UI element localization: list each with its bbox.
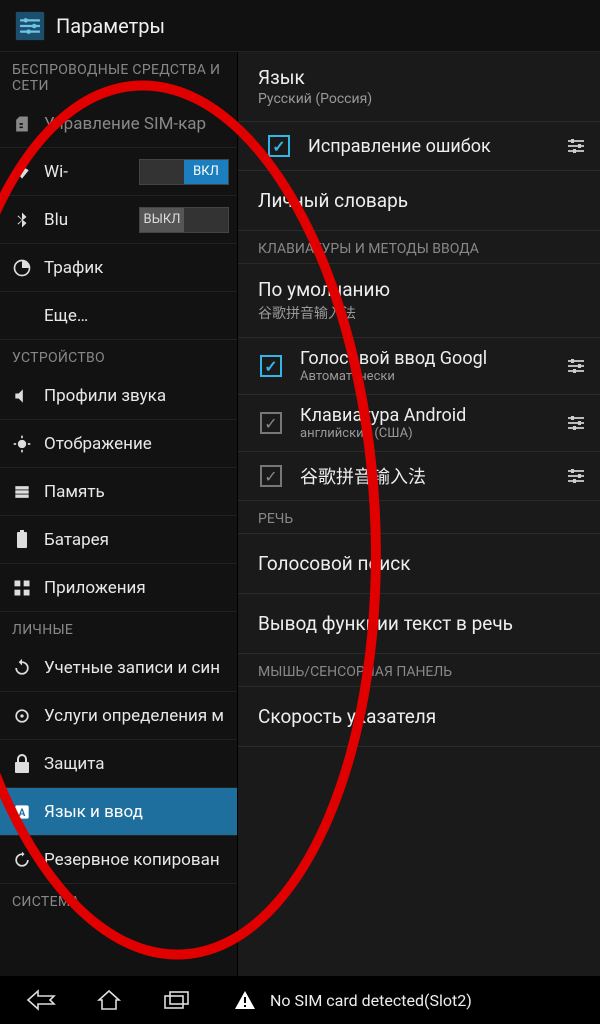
- ime-title: 谷歌拼音输入法: [300, 463, 556, 489]
- ime-row-google-voice[interactable]: Голосовой ввод Googl Автоматически: [238, 338, 600, 395]
- ime-checkbox[interactable]: [260, 465, 282, 487]
- language-value: Русский (Россия): [258, 91, 584, 107]
- sidebar-item-label: Батарея: [44, 530, 229, 550]
- ime-title: Клавиатура Android: [300, 405, 556, 426]
- mouse-section-header: МЫШЬ/СЕНСОРНАЯ ПАНЕЛЬ: [238, 654, 600, 687]
- sidebar-item-battery[interactable]: Батарея: [0, 516, 237, 564]
- detail-pane: Язык Русский (Россия) Исправление ошибок…: [238, 52, 600, 976]
- app-bar: Параметры: [0, 0, 600, 52]
- sidebar-item-display[interactable]: Отображение: [0, 420, 237, 468]
- pointer-speed-label: Скорость указателя: [258, 705, 584, 728]
- sidebar-item-label: Приложения: [44, 578, 229, 598]
- personal-dict-label: Личный словарь: [258, 189, 584, 212]
- ime-sub: Автоматически: [300, 369, 556, 384]
- ime-row-pinyin[interactable]: 谷歌拼音输入法: [238, 452, 600, 501]
- data-icon: [10, 256, 34, 280]
- sidebar-item-label: Wi-: [44, 162, 139, 182]
- tts-row[interactable]: Вывод функции текст в речь: [238, 594, 600, 654]
- section-header-device: УСТРОЙСТВО: [0, 340, 237, 372]
- sidebar-item-label: Услуги определения м: [44, 706, 229, 726]
- keyboards-section-header: КЛАВИАТУРЫ И МЕТОДЫ ВВОДА: [238, 231, 600, 264]
- sidebar-item-label: Еще…: [44, 306, 229, 326]
- ime-sub: английский (США): [300, 426, 556, 441]
- default-ime-sub: 谷歌拼音输入法: [258, 303, 584, 323]
- sidebar-item-accounts[interactable]: Учетные записи и син: [0, 644, 237, 692]
- sidebar-item-label: Память: [44, 482, 229, 502]
- svg-text:A: A: [19, 808, 26, 819]
- section-header-system: СИСТЕМА: [0, 884, 237, 916]
- blank-icon: [10, 304, 34, 328]
- lang-icon: A: [10, 800, 34, 824]
- audio-icon: [10, 384, 34, 408]
- battery-icon: [10, 528, 34, 552]
- sidebar-item-label: Управление SIM-кар: [44, 114, 229, 134]
- wifi-icon: [10, 160, 34, 184]
- sidebar-item-sim[interactable]: Управление SIM-кар: [0, 100, 237, 148]
- storage-icon: [10, 480, 34, 504]
- location-icon: [10, 704, 34, 728]
- notification-area[interactable]: No SIM card detected(Slot2): [194, 976, 600, 1024]
- wifi-toggle[interactable]: ВКЛ: [139, 159, 229, 185]
- settings-sliders-icon[interactable]: [562, 352, 590, 380]
- sidebar-item-backup[interactable]: Резервное копирован: [0, 836, 237, 884]
- voice-search-label: Голосовой поиск: [258, 552, 584, 575]
- spellcheck-row[interactable]: Исправление ошибок: [238, 122, 600, 171]
- settings-sidebar: БЕСПРОВОДНЫЕ СРЕДСТВА И СЕТИ Управление …: [0, 52, 238, 976]
- settings-icon: [8, 9, 52, 43]
- nav-home-button[interactable]: [92, 983, 126, 1017]
- section-header-personal: ЛИЧНЫЕ: [0, 612, 237, 644]
- settings-sliders-icon[interactable]: [562, 409, 590, 437]
- nav-back-button[interactable]: [24, 983, 58, 1017]
- sim-icon: [10, 112, 34, 136]
- speech-section-header: РЕЧЬ: [238, 501, 600, 534]
- sidebar-item-label: Отображение: [44, 434, 229, 454]
- sidebar-item-label: Резервное копирован: [44, 850, 229, 870]
- spellcheck-label: Исправление ошибок: [308, 136, 556, 157]
- sidebar-item-label: Язык и ввод: [44, 802, 229, 822]
- spellcheck-checkbox[interactable]: [268, 135, 290, 157]
- sidebar-item-audio[interactable]: Профили звука: [0, 372, 237, 420]
- bt-icon: [10, 208, 34, 232]
- sidebar-item-more[interactable]: Еще…: [0, 292, 237, 340]
- nav-recent-button[interactable]: [160, 983, 194, 1017]
- sidebar-item-security[interactable]: Защита: [0, 740, 237, 788]
- section-header-wireless: БЕСПРОВОДНЫЕ СРЕДСТВА И СЕТИ: [0, 52, 237, 100]
- sidebar-item-label: Профили звука: [44, 386, 229, 406]
- warning-icon: [234, 989, 256, 1011]
- tts-label: Вывод функции текст в речь: [258, 612, 584, 635]
- sidebar-item-bluetooth[interactable]: Blu ВЫКЛ: [0, 196, 237, 244]
- bt-toggle[interactable]: ВЫКЛ: [139, 207, 229, 233]
- sidebar-item-label: Учетные записи и син: [44, 658, 229, 678]
- sidebar-item-storage[interactable]: Память: [0, 468, 237, 516]
- default-ime-row[interactable]: По умолчанию 谷歌拼音输入法: [238, 264, 600, 338]
- backup-icon: [10, 848, 34, 872]
- sidebar-item-label: Трафик: [44, 258, 229, 278]
- default-ime-title: По умолчанию: [258, 278, 584, 301]
- sidebar-item-data[interactable]: Трафик: [0, 244, 237, 292]
- display-icon: [10, 432, 34, 456]
- pointer-speed-row[interactable]: Скорость указателя: [238, 687, 600, 747]
- sidebar-item-label: Защита: [44, 754, 229, 774]
- personal-dict-row[interactable]: Личный словарь: [238, 171, 600, 231]
- app-title: Параметры: [56, 14, 165, 38]
- language-row[interactable]: Язык Русский (Россия): [238, 52, 600, 122]
- settings-sliders-icon[interactable]: [562, 462, 590, 490]
- ime-checkbox[interactable]: [260, 355, 282, 377]
- apps-icon: [10, 576, 34, 600]
- ime-checkbox[interactable]: [260, 412, 282, 434]
- sidebar-item-label: Blu: [44, 210, 139, 230]
- lock-icon: [10, 752, 34, 776]
- ime-title: Голосовой ввод Googl: [300, 348, 556, 369]
- sidebar-item-language[interactable]: A Язык и ввод: [0, 788, 237, 836]
- settings-sliders-icon[interactable]: [562, 132, 590, 160]
- language-title: Язык: [258, 66, 584, 89]
- nav-bar: No SIM card detected(Slot2): [0, 976, 600, 1024]
- sidebar-item-wifi[interactable]: Wi- ВКЛ: [0, 148, 237, 196]
- sidebar-item-location[interactable]: Услуги определения м: [0, 692, 237, 740]
- notification-text: No SIM card detected(Slot2): [270, 991, 472, 1010]
- sidebar-item-apps[interactable]: Приложения: [0, 564, 237, 612]
- sync-icon: [10, 656, 34, 680]
- voice-search-row[interactable]: Голосовой поиск: [238, 534, 600, 594]
- ime-row-android-kbd[interactable]: Клавиатура Android английский (США): [238, 395, 600, 452]
